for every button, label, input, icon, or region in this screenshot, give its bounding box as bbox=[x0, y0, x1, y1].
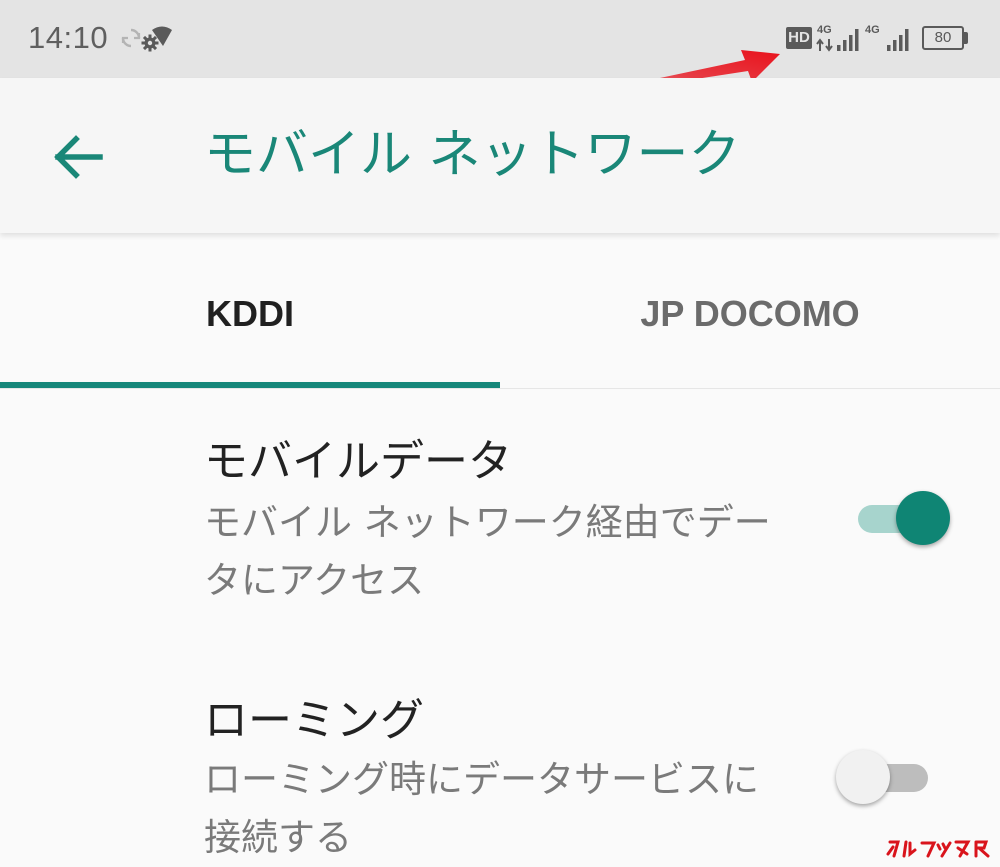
battery-tip bbox=[964, 32, 968, 44]
back-button[interactable] bbox=[40, 120, 114, 194]
tab-label: JP DOCOMO bbox=[640, 293, 860, 334]
tab-jp-docomo[interactable]: JP DOCOMO bbox=[500, 268, 1000, 378]
switch-thumb bbox=[896, 491, 950, 545]
network-type-label-2: 4G bbox=[865, 24, 880, 36]
app-bar: モバイル ネットワーク bbox=[0, 78, 1000, 233]
mobile-data-switch[interactable] bbox=[850, 488, 950, 548]
watermark-logo-icon bbox=[886, 840, 990, 858]
signal-icon bbox=[837, 29, 859, 51]
signal-icon-2 bbox=[887, 29, 909, 51]
tab-label: KDDI bbox=[206, 293, 294, 334]
setting-title: モバイルデータ bbox=[204, 436, 512, 487]
setting-row-roaming[interactable]: ローミング ローミング時にデータサービスに接続する bbox=[0, 675, 1000, 862]
network-type-label: 4G bbox=[817, 24, 832, 36]
setting-summary: モバイル ネットワーク経由でデータにアクセス bbox=[204, 501, 771, 602]
setting-summary: ローミング時にデータサービスに接続する bbox=[204, 758, 759, 859]
arrow-left-icon bbox=[54, 135, 103, 179]
battery-level: 80 bbox=[934, 29, 952, 46]
switch-thumb bbox=[836, 750, 890, 804]
sync-icon bbox=[121, 28, 141, 48]
status-bar: 14:10 HD 4G 4G 80 bbox=[0, 0, 1000, 78]
wifi-icon bbox=[152, 26, 172, 46]
status-clock: 14:10 bbox=[28, 20, 109, 55]
roaming-switch[interactable] bbox=[836, 747, 940, 807]
tab-kddi[interactable]: KDDI bbox=[0, 268, 500, 378]
setting-row-mobile-data[interactable]: モバイルデータ モバイル ネットワーク経由でデータにアクセス bbox=[0, 420, 1000, 620]
data-activity-icon bbox=[816, 38, 833, 52]
page-title: モバイル ネットワーク bbox=[204, 125, 741, 185]
tabs-divider bbox=[0, 388, 1000, 389]
setting-title: ローミング bbox=[204, 695, 424, 746]
